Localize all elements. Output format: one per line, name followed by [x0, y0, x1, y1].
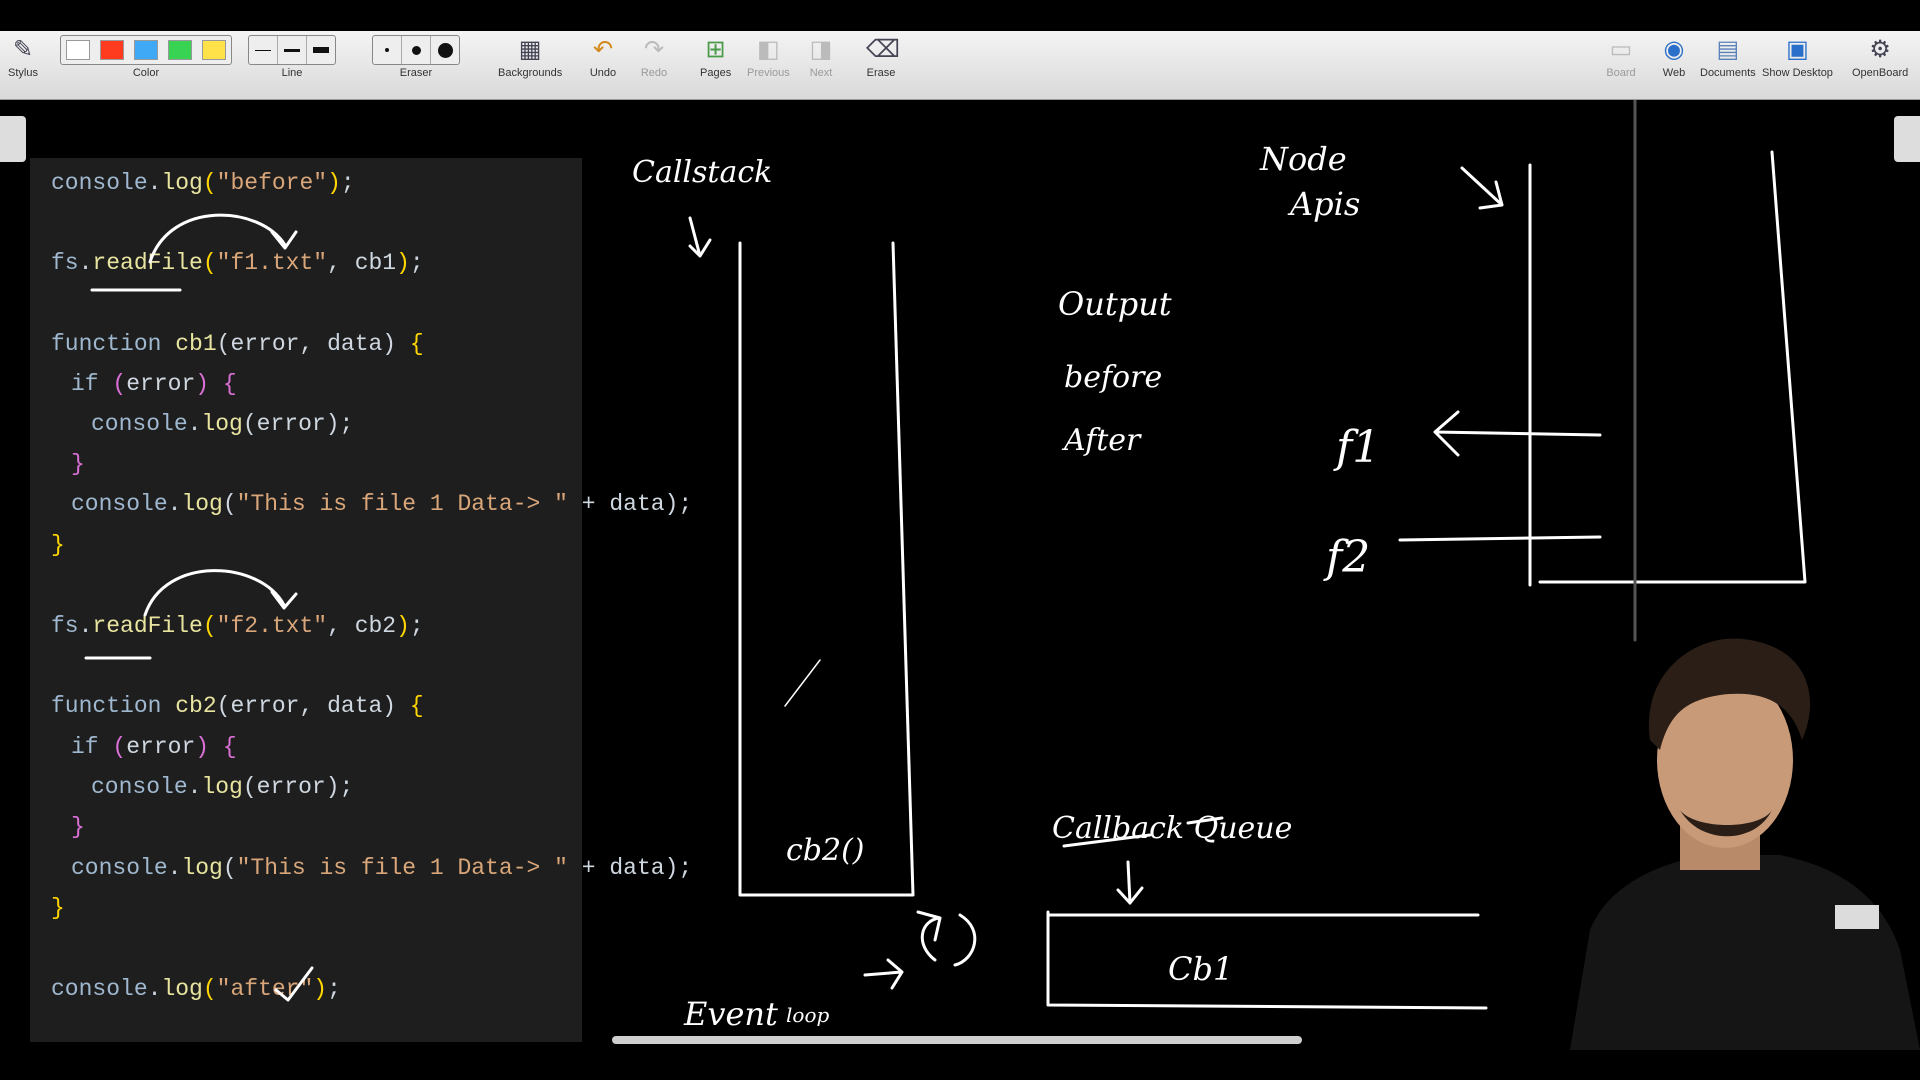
callstack-item: cb2()	[786, 833, 865, 868]
add-page-icon: ⊞	[705, 36, 726, 63]
globe-icon: ◉	[1663, 36, 1685, 63]
callback-queue-label: Callback Queue	[1052, 811, 1292, 846]
node-api-f1: f1	[1333, 422, 1380, 473]
openboard-menu-button[interactable]: ⚙ OpenBoard	[1852, 35, 1908, 79]
backgrounds-icon: ▦	[518, 36, 542, 63]
line-width-picker[interactable]: Line	[248, 35, 336, 79]
event-loop-label-line2: loop	[786, 1003, 829, 1027]
toolbar: ✎ Stylus Color Line Eraser ▦ Backgrounds	[0, 31, 1920, 100]
color-swatch-yellow[interactable]	[202, 40, 226, 60]
stray-mark	[784, 659, 821, 707]
undo-icon: ↶	[592, 36, 614, 63]
queue-item: Cb1	[1168, 950, 1233, 988]
check-mark	[274, 966, 314, 1002]
callstack-arrow	[688, 216, 712, 258]
web-button[interactable]: ◉ Web	[1659, 35, 1689, 79]
color-picker[interactable]: Color	[60, 35, 232, 79]
node-apis-label-line2: Apis	[1287, 185, 1360, 223]
callstack-box	[738, 241, 915, 897]
node-api-f2: f2	[1323, 532, 1370, 583]
output-label: Output	[1058, 285, 1172, 323]
color-swatch-white[interactable]	[66, 40, 90, 60]
previous-button[interactable]: ◧ Previous	[747, 35, 790, 79]
line-thin[interactable]	[249, 36, 277, 64]
erase-button[interactable]: ⌫ Erase	[866, 35, 900, 79]
next-page-icon: ◨	[809, 36, 833, 63]
node-apis-label-line1: Node	[1259, 140, 1347, 178]
output-after: After	[1061, 423, 1142, 458]
redo-button[interactable]: ↷ Redo	[639, 35, 669, 79]
eraser-size-picker[interactable]: Eraser	[372, 35, 460, 79]
desktop-icon: ▣	[1786, 36, 1809, 63]
arrow-annotation-cb1	[148, 213, 298, 264]
pages-button[interactable]: ⊞ Pages	[700, 35, 731, 79]
eraser-medium[interactable]	[401, 36, 430, 64]
color-swatches	[60, 35, 232, 65]
board-icon: ▭	[1609, 36, 1633, 63]
output-before: before	[1064, 360, 1162, 395]
backgrounds-button[interactable]: ▦ Backgrounds	[498, 35, 562, 79]
line-thick[interactable]	[306, 36, 335, 64]
presenter-webcam	[1570, 638, 1920, 1050]
stylus-button[interactable]: ✎ Stylus	[8, 35, 38, 79]
color-swatch-blue[interactable]	[134, 40, 158, 60]
erase-icon: ⌫	[866, 36, 900, 63]
arrow-annotation-cb2	[143, 569, 298, 617]
eraser-small[interactable]	[373, 36, 401, 64]
previous-page-icon: ◧	[757, 36, 780, 63]
color-swatch-green[interactable]	[168, 40, 192, 60]
callback-queue-box	[1046, 910, 1488, 1010]
horizontal-scrollbar[interactable]	[612, 1036, 1302, 1044]
line-medium[interactable]	[277, 36, 306, 64]
callstack-label: Callstack	[632, 155, 772, 190]
f1-arrow	[1433, 410, 1602, 457]
folder-icon: ▤	[1716, 36, 1740, 63]
f2-line	[1398, 535, 1602, 542]
board-button[interactable]: ▭ Board	[1606, 35, 1636, 79]
redo-icon: ↷	[643, 36, 665, 63]
stylus-icon: ✎	[12, 36, 34, 63]
next-button[interactable]: ◨ Next	[806, 35, 836, 79]
undo-button[interactable]: ↶ Undo	[588, 35, 618, 79]
event-loop-arrow	[863, 958, 904, 990]
node-apis-box	[1528, 150, 1807, 587]
eraser-large[interactable]	[430, 36, 459, 64]
documents-button[interactable]: ▤ Documents	[1700, 35, 1756, 79]
gear-icon: ⚙	[1869, 36, 1891, 63]
callback-queue-arrow	[1116, 860, 1144, 905]
event-loop-label-line1: Event	[683, 995, 778, 1033]
color-swatch-red[interactable]	[100, 40, 124, 60]
show-desktop-button[interactable]: ▣ Show Desktop	[1762, 35, 1833, 79]
event-loop-cycle-icon	[916, 910, 977, 967]
node-apis-arrow	[1460, 166, 1504, 210]
